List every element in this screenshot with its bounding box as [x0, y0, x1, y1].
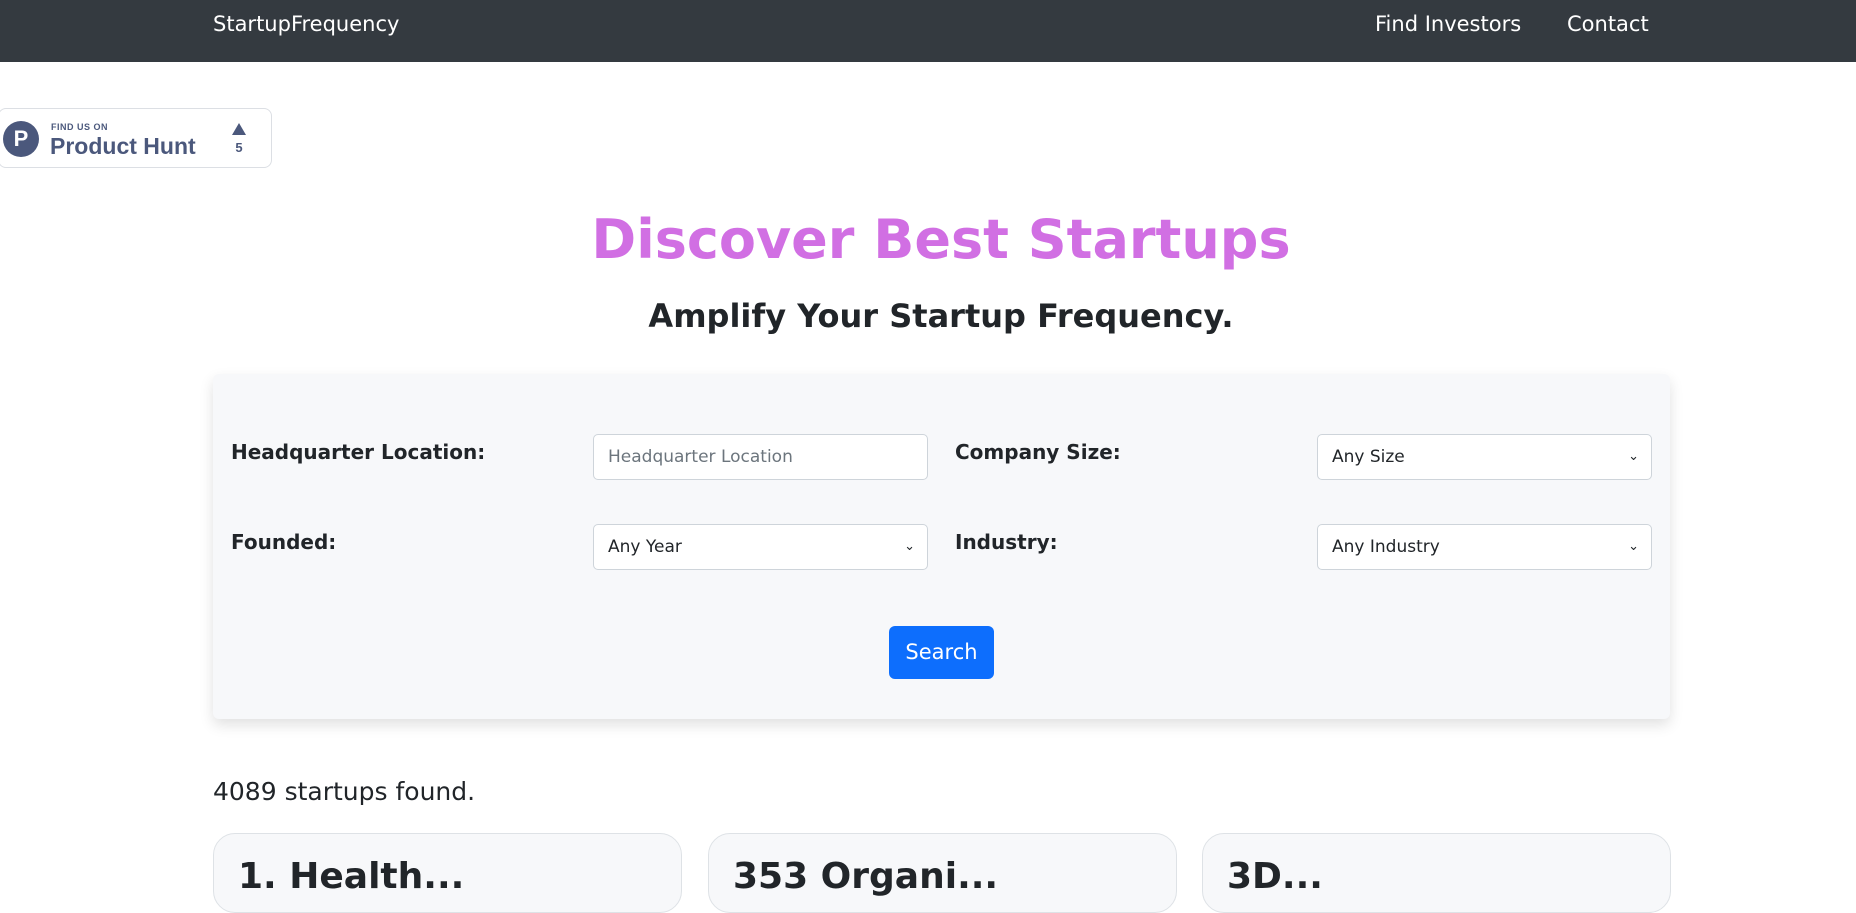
founded-year-select[interactable]: Any Year ⌄: [593, 524, 928, 570]
company-size-value: Any Size: [1332, 447, 1405, 467]
product-hunt-vote-count: 5: [235, 140, 243, 155]
upvote-arrow-icon: [232, 123, 246, 135]
founded-year-value: Any Year: [608, 537, 682, 557]
startup-card-title: 353 Organi...: [733, 856, 999, 897]
results-count: 4089 startups found.: [213, 777, 476, 806]
hq-location-input[interactable]: [593, 434, 928, 480]
product-hunt-name: Product Hunt: [50, 133, 196, 159]
product-hunt-logo-icon: P: [3, 121, 39, 157]
startup-card-title: 3D...: [1227, 856, 1323, 897]
startup-card[interactable]: 1. Health...: [213, 833, 682, 913]
search-button[interactable]: Search: [889, 626, 994, 679]
product-hunt-badge[interactable]: P FIND US ON Product Hunt 5: [0, 108, 272, 168]
page-subtitle: Amplify Your Startup Frequency.: [648, 297, 1234, 335]
page-title: Discover Best Startups: [591, 208, 1291, 271]
nav-contact-link[interactable]: Contact: [1567, 10, 1649, 38]
startup-card-title: 1. Health...: [238, 856, 465, 897]
chevron-down-icon: ⌄: [1628, 539, 1639, 554]
industry-value: Any Industry: [1332, 537, 1440, 557]
hq-location-label: Headquarter Location:: [231, 440, 486, 464]
industry-select[interactable]: Any Industry ⌄: [1317, 524, 1652, 570]
startup-card[interactable]: 353 Organi...: [708, 833, 1177, 913]
nav-find-investors-link[interactable]: Find Investors: [1375, 10, 1521, 38]
chevron-down-icon: ⌄: [1628, 449, 1639, 464]
product-hunt-find-text: FIND US ON: [51, 122, 109, 132]
company-size-label: Company Size:: [955, 440, 1121, 464]
company-size-select[interactable]: Any Size ⌄: [1317, 434, 1652, 480]
search-filter-panel: Headquarter Location: Company Size: Any …: [213, 374, 1670, 719]
brand-link[interactable]: StartupFrequency: [213, 10, 399, 38]
founded-label: Founded:: [231, 530, 337, 554]
chevron-down-icon: ⌄: [904, 539, 915, 554]
top-navbar: StartupFrequency Find Investors Contact: [0, 0, 1856, 62]
industry-label: Industry:: [955, 530, 1058, 554]
startup-card[interactable]: 3D...: [1202, 833, 1671, 913]
